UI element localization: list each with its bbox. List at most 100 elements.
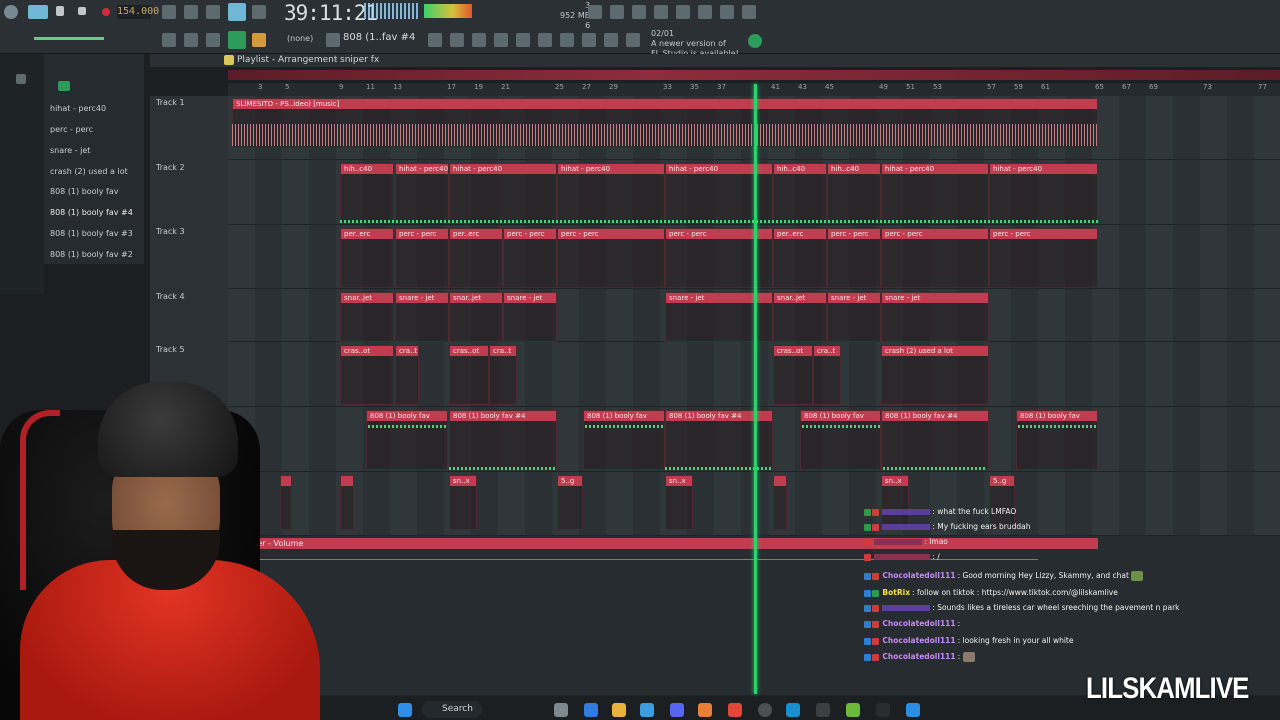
plugin-db-icon[interactable] (538, 33, 552, 47)
picker-grid-icon[interactable] (58, 81, 70, 91)
pattern-clip[interactable]: per..erc (449, 228, 503, 288)
fl-studio-icon[interactable] (698, 703, 712, 717)
picker-item[interactable]: 808 (1) booly fav #2 (50, 250, 133, 259)
track-name[interactable]: Track 1 (156, 98, 185, 107)
playhead-marker[interactable] (754, 84, 757, 694)
audio-clip[interactable] (773, 475, 787, 530)
cut-icon[interactable] (610, 5, 624, 19)
microphone-icon[interactable] (632, 5, 646, 19)
pattern-clip[interactable]: hihat - perc40 (395, 163, 449, 223)
app-icon[interactable] (846, 703, 860, 717)
pattern-clip[interactable]: 808 (1) booly fav (366, 410, 448, 470)
channel-rack-icon[interactable] (472, 33, 486, 47)
pattern-select[interactable]: 808 (1..fav #4 (343, 32, 415, 43)
audio-clip[interactable]: sn..x (665, 475, 693, 530)
pattern-clip[interactable]: hih..c40 (340, 163, 394, 223)
record-icon[interactable] (102, 8, 110, 16)
playlist-pattern[interactable]: sniper fx (340, 55, 379, 65)
picker-item[interactable]: perc - perc (50, 125, 93, 134)
play-arrow-icon[interactable] (184, 33, 198, 47)
fl-logo-icon[interactable] (4, 5, 18, 19)
pause-icon[interactable] (56, 6, 64, 16)
help-icon[interactable] (654, 5, 668, 19)
folder-icon[interactable] (16, 74, 26, 84)
picker-item-selected[interactable]: 808 (1) booly fav #4 (50, 208, 133, 217)
link-icon[interactable] (582, 33, 596, 47)
pattern-clip[interactable]: per..erc (340, 228, 394, 288)
pattern-clip[interactable]: perc - perc (989, 228, 1098, 288)
pattern-clip[interactable]: hihat - perc40 (881, 163, 989, 223)
master-volume-slider[interactable] (34, 37, 104, 40)
steam-icon[interactable] (786, 703, 800, 717)
app-icon[interactable] (554, 703, 568, 717)
pattern-clip[interactable]: hihat - perc40 (449, 163, 557, 223)
browser-icon[interactable] (516, 33, 530, 47)
pattern-clip[interactable]: hihat - perc40 (557, 163, 665, 223)
bell-icon[interactable] (252, 33, 266, 47)
picker-item[interactable]: 808 (1) booly fav #3 (50, 229, 133, 238)
picker-item[interactable]: crash (2) used a lot (50, 167, 128, 176)
track-name[interactable]: Track 4 (156, 292, 185, 301)
song-mode-icon[interactable] (28, 5, 48, 19)
countdown-icon[interactable] (206, 5, 220, 19)
snap-mode-select[interactable]: (none) (287, 34, 313, 43)
cart-icon[interactable] (626, 33, 640, 47)
tempo-tap-icon[interactable] (604, 33, 618, 47)
picker-item[interactable]: snare - jet (50, 146, 90, 155)
pattern-clip[interactable]: 808 (1) booly fav (800, 410, 881, 470)
start-icon[interactable] (398, 703, 412, 717)
pattern-clip[interactable]: snare - jet (503, 292, 557, 342)
audio-clip[interactable] (340, 475, 354, 530)
pattern-clip[interactable]: perc - perc (395, 228, 449, 288)
pattern-clip[interactable]: perc - perc (827, 228, 881, 288)
pattern-clip[interactable]: per..erc (773, 228, 827, 288)
pattern-clip[interactable]: cras..ot (340, 345, 394, 405)
pattern-clip[interactable]: cras..ot (773, 345, 813, 405)
picker-item[interactable]: hihat - perc40 (50, 104, 106, 113)
folder-icon[interactable] (612, 703, 626, 717)
pattern-clip[interactable]: 808 (1) booly fav #4 (449, 410, 557, 470)
tempo-display[interactable]: 154.000 (117, 5, 159, 19)
pattern-clip[interactable]: 808 (1) booly fav (1016, 410, 1098, 470)
pattern-clip[interactable]: hihat - perc40 (989, 163, 1098, 223)
pattern-clip[interactable]: snar..jet (773, 292, 827, 342)
online-status-icon[interactable] (748, 34, 762, 48)
taskbar-search[interactable]: Search (422, 701, 482, 718)
pattern-clip[interactable]: 808 (1) booly fav #4 (881, 410, 989, 470)
pattern-clip[interactable]: hih..c40 (827, 163, 881, 223)
pattern-clip[interactable]: cra..t (813, 345, 841, 405)
pattern-clip[interactable]: perc - perc (557, 228, 665, 288)
track-name[interactable]: Track 5 (156, 345, 185, 354)
app-icon[interactable] (906, 703, 920, 717)
save-icon[interactable] (676, 5, 690, 19)
pattern-clip[interactable]: 808 (1) booly fav (583, 410, 665, 470)
chat-icon[interactable] (720, 5, 734, 19)
picker-item[interactable]: 808 (1) booly fav (50, 187, 119, 196)
pattern-clip[interactable]: snar..jet (340, 292, 394, 342)
pattern-clip[interactable]: cra..t (489, 345, 517, 405)
discord-icon[interactable] (670, 703, 684, 717)
pattern-clip[interactable]: snare - jet (827, 292, 881, 342)
download-icon[interactable] (742, 5, 756, 19)
tools-icon[interactable] (560, 33, 574, 47)
wait-icon[interactable] (184, 5, 198, 19)
audio-clip[interactable]: 5..g (557, 475, 583, 530)
refresh-icon[interactable] (588, 5, 602, 19)
keyboard-icon[interactable] (162, 33, 176, 47)
pattern-clip[interactable]: perc - perc (503, 228, 557, 288)
pattern-clip[interactable]: cra..t (395, 345, 419, 405)
app-icon[interactable] (876, 703, 890, 717)
track-name[interactable]: Track 3 (156, 227, 185, 236)
track-name[interactable]: Track 2 (156, 163, 185, 172)
pattern-clip[interactable]: crash (2) used a lot (881, 345, 989, 405)
pattern-clip[interactable]: cras..ot (449, 345, 489, 405)
playlist-icon[interactable] (428, 33, 442, 47)
pattern-picker-icon[interactable] (326, 33, 340, 47)
draw-icon[interactable] (206, 33, 220, 47)
pattern-clip[interactable]: perc - perc (881, 228, 989, 288)
metronome-icon[interactable] (162, 5, 176, 19)
pattern-clip[interactable]: snare - jet (395, 292, 449, 342)
app-icon[interactable] (816, 703, 830, 717)
app-icon[interactable] (584, 703, 598, 717)
obs-icon[interactable] (758, 703, 772, 717)
